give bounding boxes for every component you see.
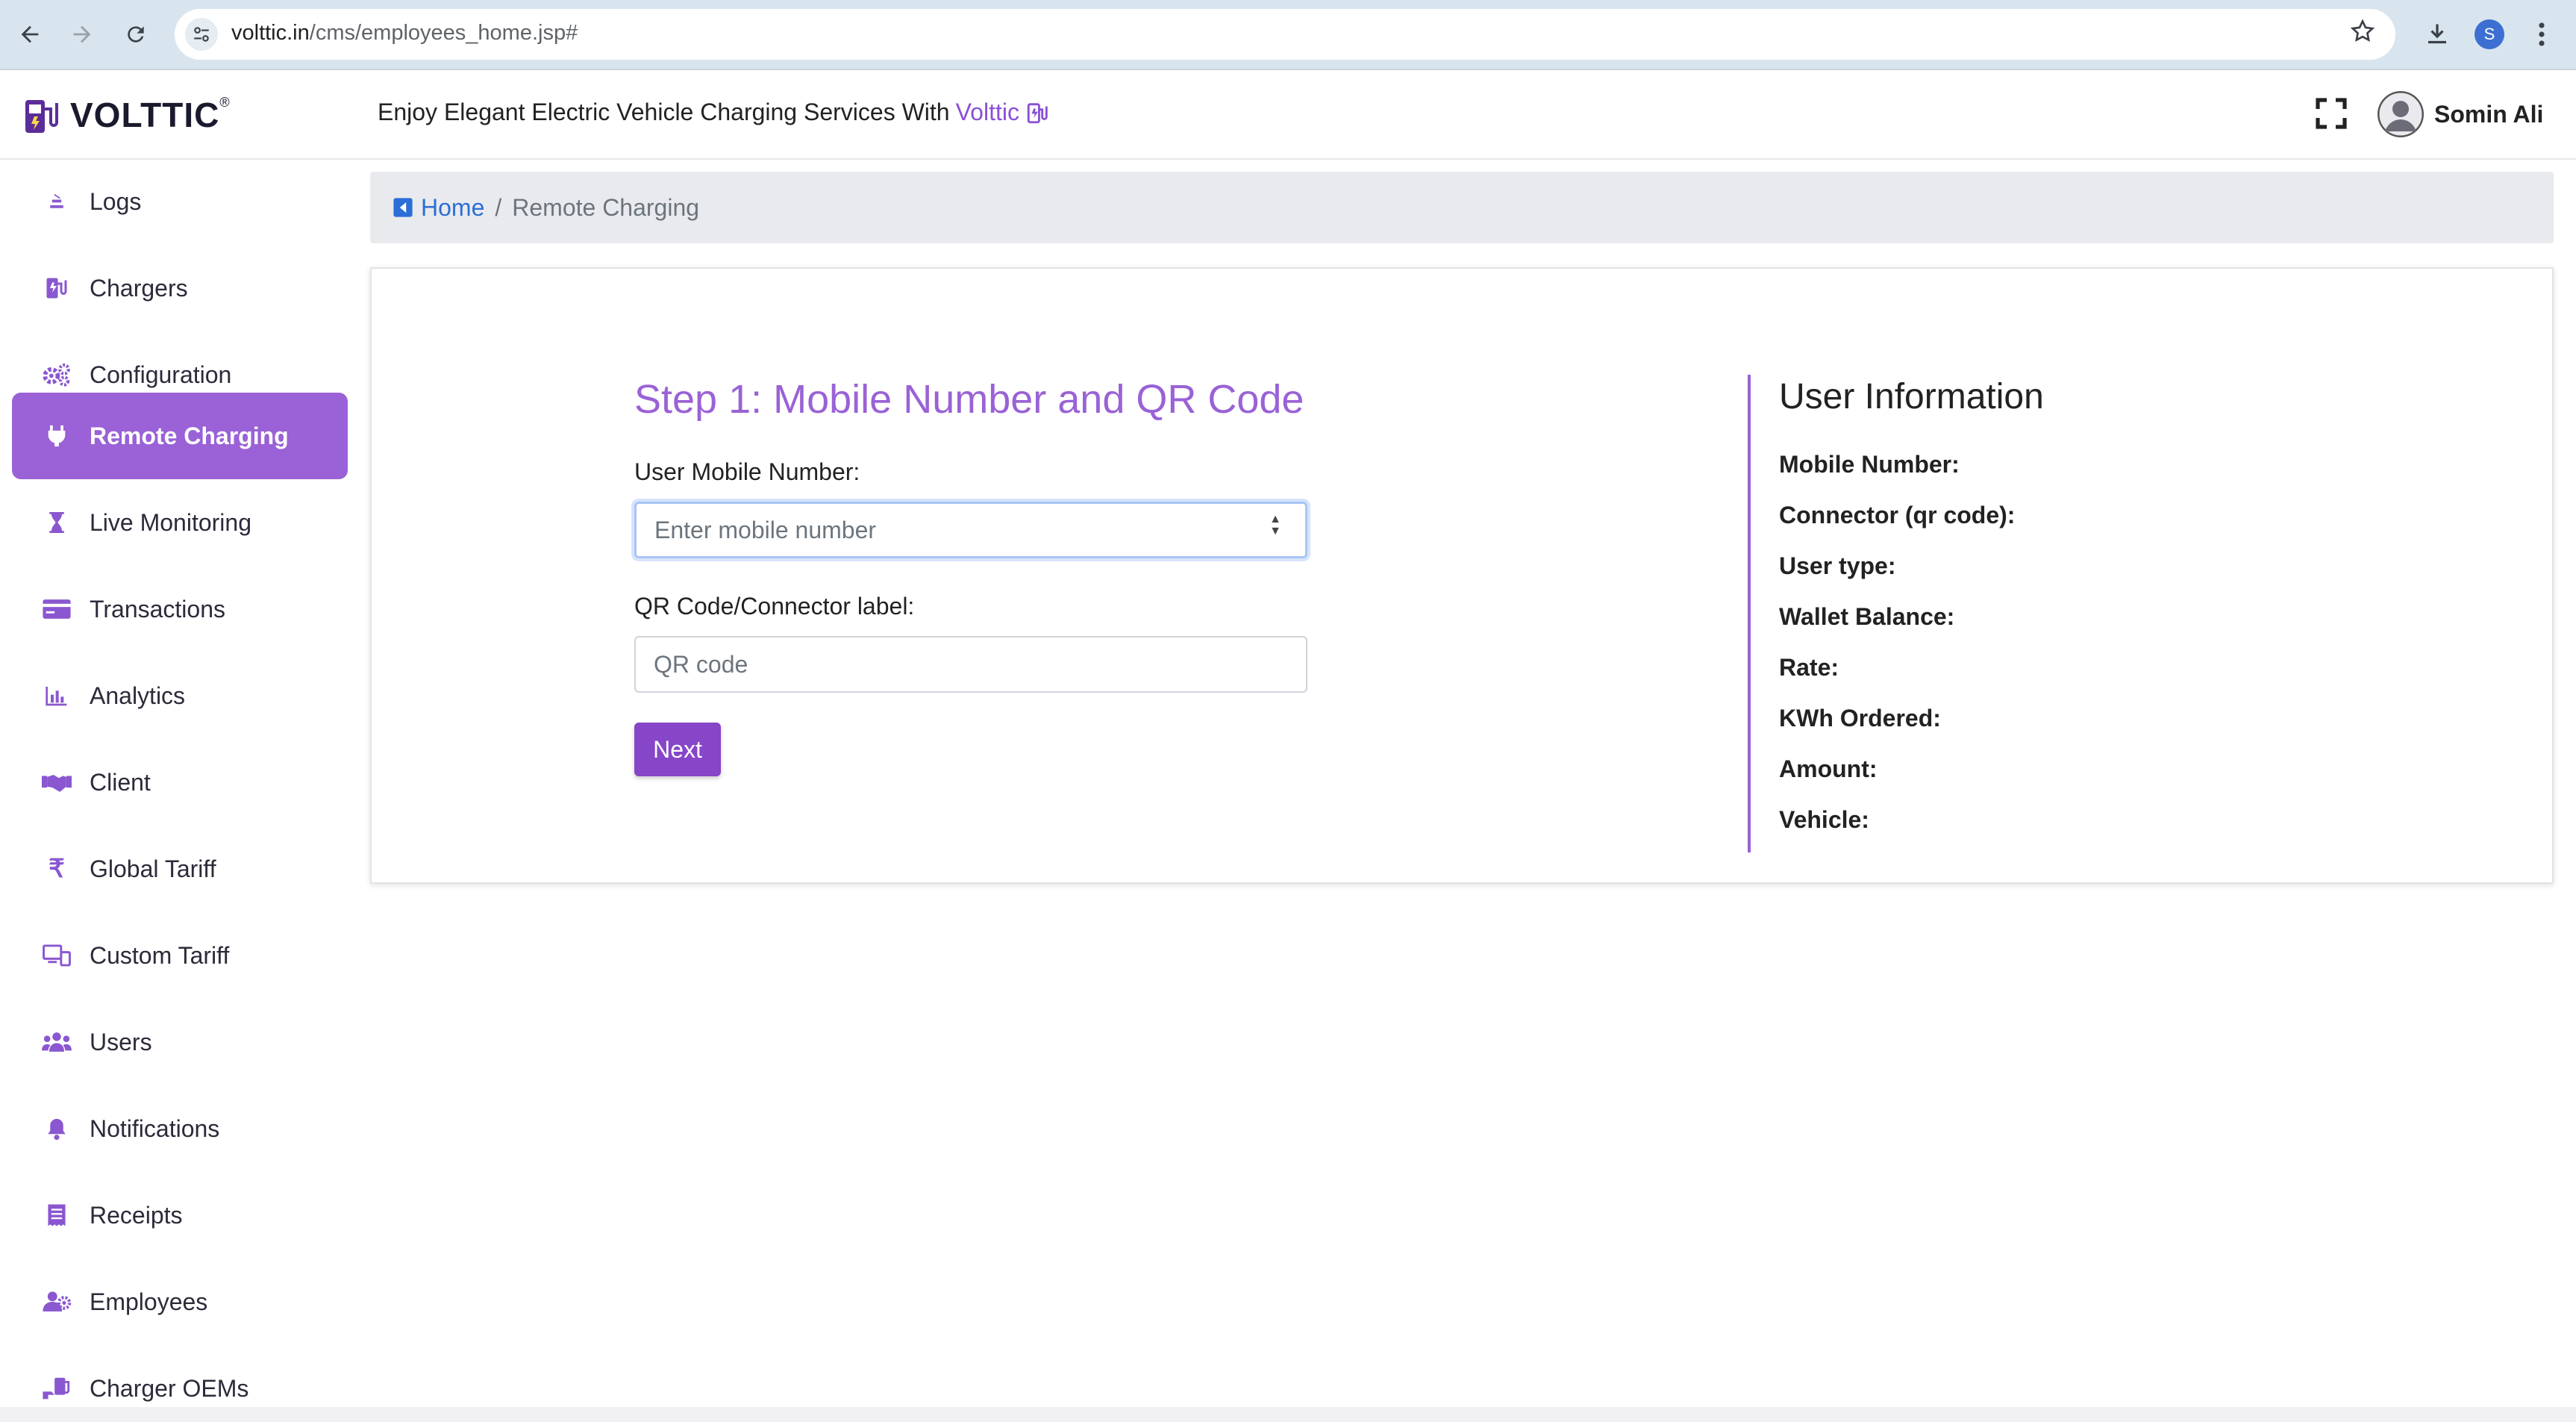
breadcrumb-home-link[interactable]: Home [393,194,484,222]
sidebar-item-label: Global Tariff [90,855,216,882]
mobile-number-label: User Mobile Number: [634,458,860,485]
step-title: Step 1: Mobile Number and QR Code [634,377,1304,422]
sidebar-item-label: Charger OEMs [90,1374,249,1402]
kebab-menu-icon[interactable] [2522,15,2561,54]
charger-icon [42,273,72,303]
custom-tariff-icon [42,941,72,970]
sidebar-item-employees[interactable]: Employees [12,1259,348,1345]
plug-icon [42,421,72,451]
sidebar-item-chargers[interactable]: Chargers [12,245,348,331]
sidebar-item-remote-charging[interactable]: Remote Charging [12,393,348,479]
tagline-text: Enjoy Elegant Electric Vehicle Charging … [378,99,950,125]
browser-toolbar: volttic.in/cms/employees_home.jsp# S [0,0,2576,70]
breadcrumb-current: Remote Charging [512,193,700,221]
site-settings-icon[interactable] [185,18,218,51]
sidebar-item-label: Analytics [90,682,186,709]
info-user-type: User type: [1779,552,1896,579]
number-spinner[interactable]: ▲ ▼ [1264,511,1287,540]
info-mobile-number: Mobile Number: [1779,451,1960,478]
download-icon[interactable] [2418,15,2457,54]
app-header: VOLTTIC® Enjoy Elegant Electric Vehicle … [0,70,2576,160]
url-host: volttic.in [231,21,310,45]
bell-icon [42,1114,72,1144]
back-arrow-icon[interactable] [13,18,46,51]
url-text[interactable]: volttic.in/cms/employees_home.jsp# [231,21,578,46]
profile-button[interactable]: S [2470,15,2509,54]
sidebar-item-receipts[interactable]: Receipts [12,1172,348,1259]
sidebar-item-label: Employees [90,1288,208,1315]
info-amount: Amount: [1779,755,1878,782]
forward-arrow-icon[interactable] [66,18,99,51]
sidebar-item-label: Receipts [90,1201,183,1229]
breadcrumb-home-label: Home [421,193,485,221]
sidebar-item-label: Configuration [90,361,232,388]
bookmark-star-icon[interactable] [2349,18,2376,52]
logs-icon [42,187,72,216]
sidebar-item-notifications[interactable]: Notifications [12,1085,348,1172]
sidebar-item-label: Live Monitoring [90,508,251,536]
info-rate: Rate: [1779,654,1839,681]
mobile-number-input[interactable] [634,502,1307,558]
hourglass-icon [42,508,72,537]
sidebar-item-client[interactable]: Client [12,739,348,826]
breadcrumb-separator: / [495,193,502,221]
logo-wordmark: VOLTTIC [70,96,220,134]
info-connector: Connector (qr code): [1779,502,2016,528]
user-info-title: User Information [1779,377,2044,417]
next-button[interactable]: Next [634,723,721,776]
sidebar-item-label: Transactions [90,595,225,623]
bottom-strip [0,1407,2576,1422]
sidebar-item-label: Notifications [90,1114,220,1142]
sidebar-item-label: Remote Charging [90,422,289,449]
remote-charging-card: Step 1: Mobile Number and QR Code User M… [370,267,2554,884]
sidebar-item-live-monitoring[interactable]: Live Monitoring [12,479,348,566]
sidebar-item-global-tariff[interactable]: ₹ Global Tariff [12,826,348,912]
volttic-logo[interactable]: VOLTTIC® [22,91,231,139]
address-bar[interactable]: volttic.in/cms/employees_home.jsp# [175,9,2395,60]
sidebar-item-custom-tariff[interactable]: Custom Tariff [12,912,348,999]
sidebar-item-label: Custom Tariff [90,941,230,969]
sidebar-item-label: Client [90,768,151,796]
sidebar-item-transactions[interactable]: Transactions [12,566,348,652]
users-icon [42,1027,72,1057]
rupee-icon: ₹ [49,855,65,883]
header-tagline: Enjoy Elegant Electric Vehicle Charging … [378,99,1051,126]
sidebar-item-label: Logs [90,187,142,215]
reload-icon[interactable] [119,18,152,51]
credit-card-icon [42,594,72,624]
info-wallet-balance: Wallet Balance: [1779,603,1955,630]
user-name: Somin Ali [2434,100,2544,128]
sidebar-item-analytics[interactable]: Analytics [12,652,348,739]
sidebar-item-users[interactable]: Users [12,999,348,1085]
profile-initial: S [2475,19,2504,49]
qr-code-input[interactable] [634,636,1307,693]
back-square-icon [393,198,413,217]
gears-icon [42,360,72,390]
breadcrumb: Home / Remote Charging [370,172,2554,243]
user-menu[interactable]: Somin Ali [2378,88,2543,140]
sidebar: Logs Chargers Configuration Remote Charg… [0,160,358,1422]
handshake-icon [42,767,72,797]
qr-code-label: QR Code/Connector label: [634,593,915,620]
info-vehicle: Vehicle: [1779,806,1869,833]
receipt-icon [42,1200,72,1230]
employees-icon [42,1287,72,1317]
avatar [2378,91,2424,137]
url-path: /cms/employees_home.jsp# [309,21,578,45]
tagline-brand: Volttic [955,99,1019,125]
spinner-down-icon[interactable]: ▼ [1269,526,1281,537]
sidebar-item-label: Chargers [90,274,188,302]
fullscreen-icon[interactable] [2313,96,2349,131]
bar-chart-icon [42,681,72,711]
info-kwh-ordered: KWh Ordered: [1779,705,1941,732]
charger-oems-icon [42,1373,72,1403]
sidebar-item-label: Users [90,1028,152,1055]
logo-registered: ® [219,95,231,110]
section-divider [1748,375,1751,852]
logo-charger-icon [25,100,58,133]
ev-charger-icon [1027,102,1048,123]
logo-text: VOLTTIC® [70,95,231,135]
spinner-up-icon[interactable]: ▲ [1269,514,1281,526]
sidebar-item-logs[interactable]: Logs [12,158,348,245]
